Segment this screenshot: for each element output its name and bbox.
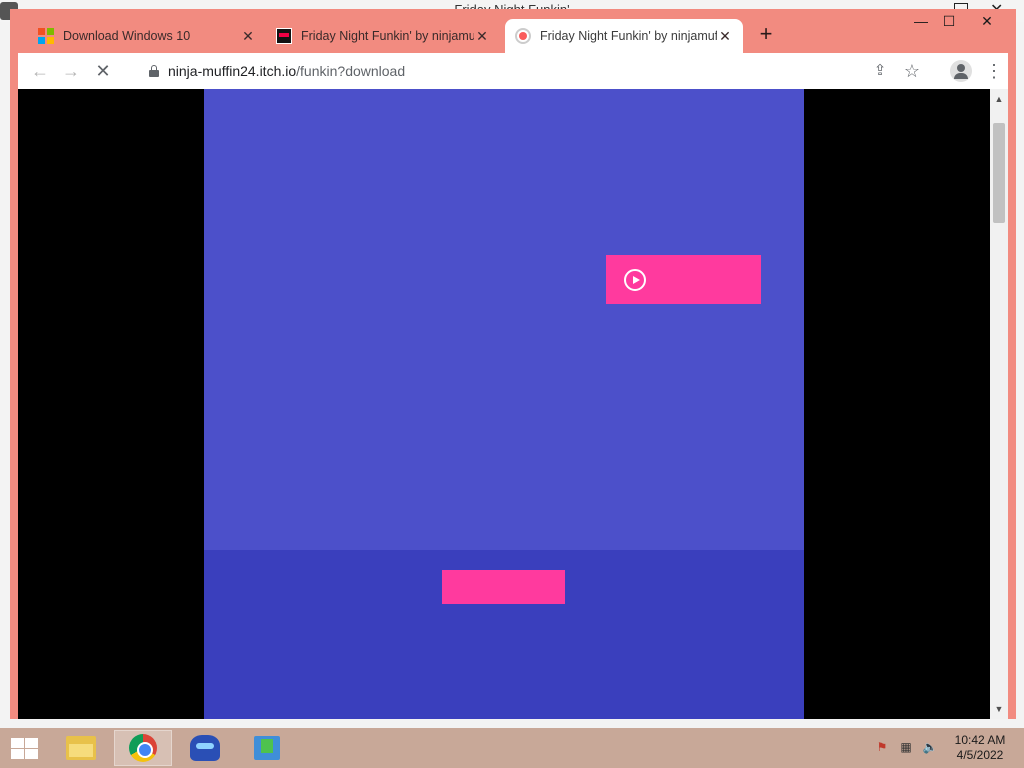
vertical-scrollbar[interactable]: ▲ ▼	[990, 89, 1008, 719]
maximize-button[interactable]: ☐	[936, 13, 962, 33]
installer-icon	[254, 736, 280, 760]
taskbar: ⚑ ▦ 🔈 10:42 AM 4/5/2022	[0, 728, 1024, 768]
system-clock[interactable]: 10:42 AM 4/5/2022	[944, 733, 1016, 763]
taskbar-file-explorer[interactable]	[52, 730, 110, 766]
chrome-menu-button[interactable]: ⋮	[982, 59, 1006, 83]
stop-loading-button[interactable]: ✕	[91, 59, 115, 83]
fnf-favicon	[276, 28, 292, 44]
scrollbar-thumb[interactable]	[993, 123, 1005, 223]
tab-label: Download Windows 10	[63, 29, 191, 43]
tab-download-windows-10[interactable]: Download Windows 10 ✕	[28, 19, 266, 53]
forward-button[interactable]: →	[59, 59, 83, 83]
url-host: ninja-muffin24.itch.io	[168, 63, 297, 79]
file-explorer-icon	[66, 736, 96, 760]
tab-fnf-1[interactable]: Friday Night Funkin' by ninjamuffin99 ✕	[266, 19, 500, 53]
tab-label: Friday Night Funkin' by ninjamuffin99	[301, 29, 474, 43]
play-icon	[624, 269, 646, 291]
clock-time: 10:42 AM	[954, 733, 1006, 747]
scroll-down-icon[interactable]: ▼	[990, 701, 1008, 717]
scroll-up-icon[interactable]: ▲	[990, 91, 1008, 107]
new-tab-button[interactable]: +	[754, 23, 778, 47]
tab-fnf-active[interactable]: Friday Night Funkin' by ninjamuffin99 ✕	[505, 19, 743, 53]
network-icon[interactable]: ▦	[898, 740, 914, 756]
tab-close-icon[interactable]: ✕	[474, 28, 490, 45]
page-content	[18, 89, 990, 719]
windows-logo-icon	[38, 28, 54, 44]
start-button[interactable]	[8, 736, 40, 760]
profile-avatar[interactable]	[950, 60, 972, 82]
lock-icon[interactable]	[149, 65, 159, 77]
taskbar-chrome[interactable]	[114, 730, 172, 766]
footer-button[interactable]	[442, 570, 565, 604]
tab-close-icon[interactable]: ✕	[240, 28, 256, 45]
clock-date: 4/5/2022	[956, 748, 1004, 762]
taskbar-fnf[interactable]	[176, 730, 234, 766]
tab-close-icon[interactable]: ✕	[717, 28, 733, 45]
toolbar: ← → ✕ ninja-muffin24.itch.io/funkin?down…	[18, 53, 1008, 89]
play-button[interactable]	[606, 255, 761, 304]
volume-muted-icon[interactable]: 🔈	[922, 740, 938, 756]
url-path: /funkin?download	[296, 63, 406, 79]
back-button[interactable]: ←	[28, 59, 52, 83]
action-center-flag-icon[interactable]: ⚑	[874, 740, 890, 756]
close-button[interactable]: ✕	[974, 13, 1000, 33]
address-bar[interactable]: ninja-muffin24.itch.io/funkin?download	[168, 63, 405, 79]
tab-label: Friday Night Funkin' by ninjamuffin99	[540, 29, 717, 43]
minimize-button[interactable]: —	[908, 13, 934, 33]
game-footer	[204, 550, 804, 719]
bookmark-star-icon[interactable]: ☆	[900, 59, 924, 83]
fnf-app-icon	[190, 735, 220, 761]
tab-strip: Download Windows 10 ✕ Friday Night Funki…	[10, 9, 1016, 53]
taskbar-installer[interactable]	[238, 730, 296, 766]
game-frame[interactable]	[204, 89, 804, 719]
chrome-window: Download Windows 10 ✕ Friday Night Funki…	[10, 9, 1016, 719]
itch-favicon	[515, 28, 531, 44]
chrome-icon	[129, 734, 157, 762]
share-icon[interactable]: ⇪	[868, 59, 892, 83]
